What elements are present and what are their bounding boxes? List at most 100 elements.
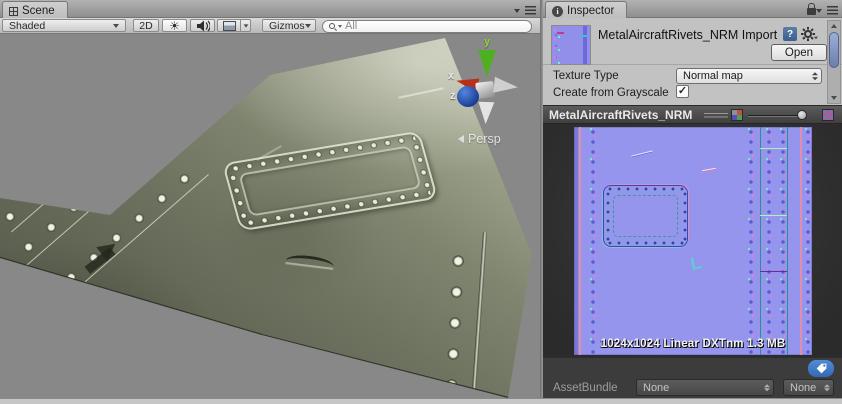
gear-icon xyxy=(801,27,815,41)
axis-z-ball[interactable] xyxy=(457,86,479,107)
assetbundle-variant-dropdown[interactable]: None xyxy=(783,379,834,396)
effects-toggle-button[interactable] xyxy=(217,19,241,32)
axis-cone-right[interactable] xyxy=(493,76,519,96)
asset-title: MetalAircraftRivets_NRM Import xyxy=(598,28,778,42)
lighting-toggle-button[interactable]: ☀ xyxy=(162,18,187,33)
rivet-dot-column xyxy=(803,127,812,355)
alpha-checker-icon[interactable] xyxy=(822,109,834,121)
scratch-mark xyxy=(631,150,653,158)
search-icon xyxy=(329,23,335,29)
rivet-dot-row xyxy=(606,186,685,192)
axis-gizmo[interactable]: y x z Persp xyxy=(440,34,540,154)
tab-inspector[interactable]: i Inspector xyxy=(545,1,628,18)
grayscale-checkbox[interactable]: ✓ xyxy=(676,85,689,98)
drag-handle-icon[interactable] xyxy=(704,113,728,118)
assetbundle-value: None xyxy=(643,381,670,394)
dropdown-updown-icon xyxy=(812,72,818,80)
arrow-down-icon xyxy=(831,96,837,100)
gizmos-dropdown[interactable]: Gizmos xyxy=(262,19,316,32)
open-button[interactable]: Open xyxy=(771,44,827,61)
preview-header[interactable]: MetalAircraftRivets_NRM xyxy=(543,105,842,124)
2d-toggle-button[interactable]: 2D xyxy=(133,19,159,32)
rivet-dot-row xyxy=(606,240,685,246)
persp-label: Persp xyxy=(468,132,501,146)
inspector-pane-menu[interactable] xyxy=(816,6,838,15)
pane-hamburger-icon xyxy=(827,6,838,15)
lock-icon[interactable] xyxy=(807,3,816,15)
speaker-icon xyxy=(196,20,210,31)
chevron-down-icon xyxy=(813,36,819,40)
scroll-up-button[interactable] xyxy=(828,21,840,31)
dropdown-updown-icon xyxy=(764,383,770,392)
thumbnail-mark xyxy=(557,32,564,34)
scene-viewport[interactable]: y x z Persp xyxy=(0,34,540,398)
texture-type-label: Texture Type xyxy=(553,70,619,82)
scene-panel: Scene Shaded 2D ☀ Gizmos All y x z Persp xyxy=(0,0,540,398)
search-value: All xyxy=(345,20,358,32)
thumbnail-edge xyxy=(583,26,587,64)
help-icon[interactable]: ? xyxy=(783,27,797,41)
grayscale-label: Create from Grayscale xyxy=(553,87,669,99)
texture-preview-area[interactable]: 1024x1024 Linear DXTnm 1.3 MB xyxy=(543,124,842,357)
pane-dropdown-icon xyxy=(514,9,520,13)
scene-tabbar: Scene xyxy=(0,0,540,18)
perspective-toggle[interactable]: Persp xyxy=(458,132,501,146)
axis-y-label: y xyxy=(484,36,491,48)
mip-slider-handle[interactable] xyxy=(797,110,807,120)
audio-toggle-button[interactable] xyxy=(190,19,215,32)
normal-map-preview: 1024x1024 Linear DXTnm 1.3 MB xyxy=(574,127,812,355)
access-panel-inner-normal xyxy=(613,195,678,237)
seam-line-purple xyxy=(760,271,787,272)
search-filter-caret-icon xyxy=(338,24,342,28)
axis-cone-down[interactable] xyxy=(477,101,495,125)
preview-footer: AssetBundle None None xyxy=(543,357,842,398)
seam-line-pink xyxy=(579,127,581,355)
inspector-tab-label: Inspector xyxy=(567,5,615,17)
scene-toolbar: Shaded 2D ☀ Gizmos All xyxy=(0,18,540,34)
scrollbar-thumb[interactable] xyxy=(829,32,839,68)
check-icon: ✓ xyxy=(677,85,688,97)
dropdown-updown-icon xyxy=(824,383,830,392)
effects-dropdown-button[interactable] xyxy=(240,19,251,32)
shading-mode-label: Shaded xyxy=(9,19,46,32)
sun-icon: ☀ xyxy=(169,18,180,33)
axis-y-cone[interactable] xyxy=(478,50,496,77)
seam-line-green xyxy=(760,215,787,216)
rivet-dot-column xyxy=(778,127,788,355)
scroll-down-button[interactable] xyxy=(828,93,840,103)
preview-title: MetalAircraftRivets_NRM xyxy=(549,108,693,122)
seam-line-teal xyxy=(760,127,761,355)
assetbundle-variant-value: None xyxy=(790,381,817,394)
chevron-down-icon xyxy=(243,23,248,28)
scene-tab-label: Scene xyxy=(22,5,55,17)
seam-line-green xyxy=(760,148,787,149)
chevron-down-icon xyxy=(304,23,311,28)
texture-type-value: Normal map xyxy=(683,70,743,82)
thumbnail-mark xyxy=(580,35,587,37)
axis-z-label: z xyxy=(450,90,456,102)
asset-header: MetalAircraftRivets_NRM Import ? Open xyxy=(543,18,842,65)
rgb-channels-icon[interactable] xyxy=(731,109,743,121)
rivet-dot-column xyxy=(764,127,774,355)
seam-line-pink xyxy=(800,127,802,355)
status-strip xyxy=(0,398,842,404)
tab-scene[interactable]: Scene xyxy=(2,1,68,18)
pane-dropdown-icon xyxy=(816,9,822,13)
gear-menu-button[interactable] xyxy=(801,27,819,41)
rivet-dot-row xyxy=(681,191,687,241)
scene-pane-menu[interactable] xyxy=(514,6,536,15)
scene-search-input[interactable]: All xyxy=(322,19,532,33)
assetbundle-dropdown[interactable]: None xyxy=(636,379,774,396)
pane-hamburger-icon xyxy=(525,6,536,15)
tag-icon xyxy=(816,363,826,374)
scratch-mark xyxy=(690,256,703,270)
persp-arrow-icon xyxy=(458,135,464,143)
chevron-down-icon xyxy=(113,23,119,28)
shading-mode-dropdown[interactable]: Shaded xyxy=(2,19,126,32)
texture-thumbnail[interactable] xyxy=(551,25,591,65)
asset-label-button[interactable] xyxy=(808,360,834,377)
texture-type-dropdown[interactable]: Normal map xyxy=(676,68,822,84)
access-panel-normal xyxy=(603,185,688,247)
inspector-scrollbar[interactable] xyxy=(827,20,841,104)
texture-info-text: 1024x1024 Linear DXTnm 1.3 MB xyxy=(600,338,786,350)
